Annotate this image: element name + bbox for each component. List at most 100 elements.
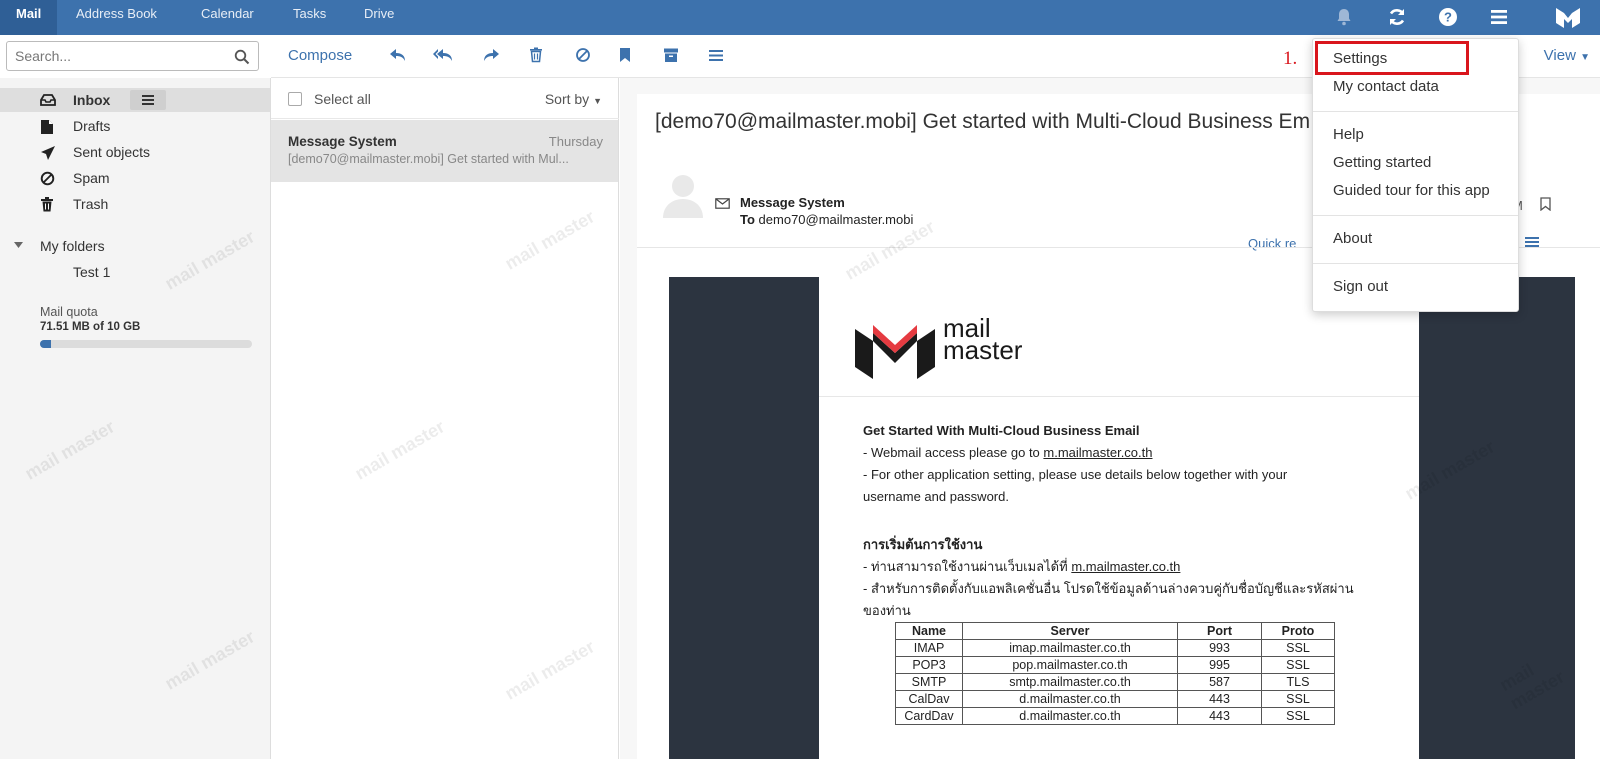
table-cell: SSL [1261, 707, 1335, 725]
more-actions-icon[interactable] [708, 47, 724, 63]
settings-highlight-box [1315, 41, 1469, 75]
table-header-row: Name Server Port Proto [895, 622, 1335, 640]
message-list-item[interactable]: Message System Thursday [demo70@mailmast… [271, 120, 618, 182]
mail-quota-bar [40, 340, 252, 348]
spam-icon[interactable] [575, 47, 591, 63]
table-cell: imap.mailmaster.co.th [962, 639, 1178, 657]
menu-item-about[interactable]: About [1333, 230, 1372, 247]
sidebar-item-label: Drafts [73, 118, 111, 134]
refresh-icon[interactable] [1386, 6, 1408, 28]
caret-down-icon: ▼ [1580, 52, 1590, 63]
compose-button[interactable]: Compose [288, 47, 352, 64]
search-input[interactable] [7, 42, 229, 70]
table-cell: TLS [1261, 673, 1335, 691]
delete-icon[interactable] [529, 47, 543, 63]
to-address[interactable]: demo70@mailmaster.mobi [759, 212, 914, 227]
main-menu-dropdown: Settings My contact data Help Getting st… [1312, 38, 1519, 312]
table-row: SMTP smtp.mailmaster.co.th 587 TLS [895, 673, 1335, 691]
sidebar-item-test-1[interactable]: Test 1 [0, 260, 270, 284]
table-cell: CardDav [895, 707, 963, 725]
menu-item-getting-started[interactable]: Getting started [1333, 154, 1431, 171]
tab-tasks[interactable]: Tasks [293, 0, 326, 35]
trash-icon [40, 197, 54, 212]
email-line: - Webmail access please go to m.mailmast… [863, 445, 1153, 460]
email-line: - สำหรับการติดตั้งกับแอพลิเคชั่นอื่น โปร… [863, 581, 1354, 596]
top-app-bar: Mail Address Book Calendar Tasks Drive ? [0, 0, 1600, 35]
sidebar-item-label: Sent objects [73, 144, 151, 160]
bookmark-icon[interactable] [1540, 197, 1551, 211]
sidebar-item-drafts[interactable]: Drafts [0, 114, 270, 138]
table-header: Server [962, 622, 1178, 640]
table-cell: SSL [1261, 639, 1335, 657]
search-icon[interactable] [234, 49, 250, 65]
email-text: - Webmail access please go to [863, 445, 1044, 460]
sidebar-item-label: Inbox [73, 92, 111, 108]
table-cell: 443 [1177, 707, 1262, 725]
sort-by-button[interactable]: Sort by ▼ [545, 91, 602, 107]
view-menu-button[interactable]: View ▼ [1544, 47, 1590, 64]
reply-icon[interactable] [389, 47, 407, 63]
email-content: mail master Get Started With Multi-Cloud… [819, 277, 1419, 759]
select-all-checkbox[interactable] [288, 92, 302, 106]
avatar [661, 172, 705, 218]
table-cell: SSL [1261, 690, 1335, 708]
sidebar-item-sent[interactable]: Sent objects [0, 140, 270, 164]
webmail-link[interactable]: m.mailmaster.co.th [1071, 559, 1180, 574]
table-cell: SMTP [895, 673, 963, 691]
mail-quota-label: Mail quota [40, 305, 98, 319]
table-row: CalDav d.mailmaster.co.th 443 SSL [895, 690, 1335, 708]
folder-options-button[interactable] [130, 90, 166, 110]
tab-drive[interactable]: Drive [364, 0, 394, 35]
tab-mail[interactable]: Mail [0, 0, 58, 35]
step-annotation-label: 1. [1283, 48, 1298, 69]
mailmaster-logo [853, 315, 937, 381]
reply-all-icon[interactable] [433, 47, 453, 63]
inbox-icon [40, 93, 56, 107]
table-header: Proto [1261, 622, 1335, 640]
table-cell: SSL [1261, 656, 1335, 674]
message-to: To demo70@mailmaster.mobi [740, 212, 913, 227]
table-cell: IMAP [895, 639, 963, 657]
menu-item-help[interactable]: Help [1333, 126, 1364, 143]
quick-reply-link[interactable]: Quick re [1248, 236, 1296, 251]
sidebar-item-inbox[interactable]: Inbox [0, 88, 270, 112]
sidebar-item-spam[interactable]: Spam [0, 166, 270, 190]
message-sender: Message System [288, 134, 397, 149]
message-preview: [demo70@mailmaster.mobi] Get started wit… [288, 152, 569, 166]
email-line: username and password. [863, 489, 1009, 504]
message-from[interactable]: Message System [740, 195, 845, 210]
forward-icon[interactable] [482, 47, 500, 63]
sidebar-item-trash[interactable]: Trash [0, 192, 270, 216]
message-date: Thursday [548, 134, 603, 149]
caret-down-icon[interactable] [14, 242, 23, 249]
table-row: IMAP imap.mailmaster.co.th 993 SSL [895, 639, 1335, 657]
email-heading-en: Get Started With Multi-Cloud Business Em… [863, 423, 1140, 438]
table-cell: d.mailmaster.co.th [962, 707, 1178, 725]
table-cell: CalDav [895, 690, 963, 708]
logo-text-2: master [943, 335, 1023, 365]
mail-quota-value: 71.51 MB of 10 GB [40, 321, 141, 333]
table-row: CardDav d.mailmaster.co.th 443 SSL [895, 707, 1335, 725]
table-header: Port [1177, 622, 1262, 640]
tab-address-book[interactable]: Address Book [76, 0, 157, 35]
menu-item-guided-tour[interactable]: Guided tour for this app [1333, 182, 1490, 199]
bell-icon[interactable] [1333, 6, 1355, 28]
caret-down-icon: ▼ [593, 96, 602, 106]
search-field[interactable] [6, 41, 259, 71]
archive-icon[interactable] [663, 47, 679, 63]
tab-calendar[interactable]: Calendar [201, 0, 254, 35]
my-folders-label: My folders [40, 238, 105, 254]
to-label: To [740, 212, 755, 227]
envelope-icon [715, 198, 730, 209]
table-cell: 587 [1177, 673, 1262, 691]
mailmaster-logo[interactable] [1554, 4, 1582, 30]
menu-icon[interactable] [1488, 6, 1510, 28]
logo-wordmark: mail master [943, 315, 1023, 365]
menu-item-my-contact-data[interactable]: My contact data [1333, 78, 1439, 95]
select-all-label[interactable]: Select all [314, 91, 371, 107]
help-icon[interactable]: ? [1437, 6, 1459, 28]
bookmark-icon[interactable] [619, 47, 631, 63]
webmail-link[interactable]: m.mailmaster.co.th [1043, 445, 1152, 460]
menu-item-sign-out[interactable]: Sign out [1333, 278, 1388, 295]
table-cell: smtp.mailmaster.co.th [962, 673, 1178, 691]
